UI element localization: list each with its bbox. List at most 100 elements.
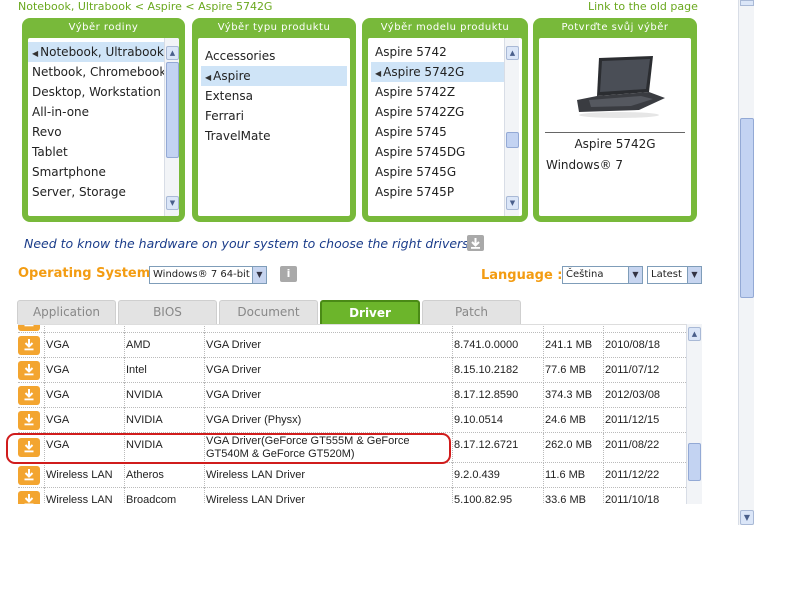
chevron-down-icon[interactable]: ▼ (687, 267, 701, 283)
model-list[interactable]: Aspire 5742 ◀ Aspire 5742G Aspire 5742Z A… (371, 42, 504, 202)
scroll-thumb[interactable] (688, 443, 701, 481)
cell-category: VGA (44, 383, 69, 408)
tab-document[interactable]: Document (219, 300, 318, 324)
family-item[interactable]: Smartphone (28, 162, 164, 182)
tab-driver[interactable]: Driver (320, 300, 420, 324)
cell-description: VGA Driver (204, 383, 261, 408)
family-item[interactable]: Tablet (28, 142, 164, 162)
download-icon[interactable] (18, 325, 40, 331)
cell-version: 8.15.10.2182 (452, 358, 518, 383)
model-item[interactable]: Aspire 5745 (371, 122, 504, 142)
cell-date: 2011/12/22 (603, 463, 659, 488)
cell-vendor: Intel (124, 358, 147, 383)
divider (545, 132, 685, 133)
table-row: VGA NVIDIA VGA Driver 8.17.12.8590 374.3 MB 2… (18, 383, 686, 408)
cell-date: 2012/03/08 (603, 383, 660, 408)
cell-description: Wireless LAN Driver (204, 488, 305, 504)
cell-size: 24.6 MB (543, 408, 586, 433)
model-scrollbar[interactable]: ▲ ▼ (504, 38, 519, 216)
breadcrumb[interactable]: Notebook, Ultrabook < Aspire < Aspire 57… (18, 0, 272, 13)
version-select[interactable]: Latest ▼ (647, 266, 702, 284)
tab-patch[interactable]: Patch (422, 300, 521, 324)
os-select[interactable]: Windows® 7 64-bit ▼ (149, 266, 267, 284)
scroll-up-icon[interactable] (740, 0, 754, 6)
download-icon[interactable] (18, 386, 40, 405)
type-item[interactable]: Accessories (201, 46, 347, 66)
scroll-thumb[interactable] (166, 62, 179, 158)
scroll-down-icon[interactable]: ▼ (166, 196, 179, 210)
cell-category: VGA (44, 408, 69, 433)
type-list[interactable]: Accessories ◀ Aspire Extensa Ferrari Trav… (201, 46, 347, 146)
old-page-link[interactable]: Link to the old page (588, 0, 698, 13)
cell-vendor: Atheros (124, 463, 164, 488)
cell-vendor: Broadcom (124, 488, 176, 504)
download-icon[interactable] (18, 491, 40, 504)
language-select-value: Čeština (566, 269, 604, 280)
download-icon[interactable] (18, 466, 40, 485)
cell-size: 33.6 MB (543, 488, 586, 504)
download-icon[interactable] (18, 411, 40, 430)
cell-category: Wireless LAN (44, 488, 113, 504)
download-icon[interactable] (18, 336, 40, 355)
model-item[interactable]: Aspire 5742 (371, 42, 504, 62)
cell-version: 8.17.12.8590 (452, 383, 518, 408)
download-icon[interactable] (18, 361, 40, 380)
type-item[interactable]: ◀ Aspire (201, 66, 347, 86)
cell-date: 2011/12/15 (603, 408, 659, 433)
type-item[interactable]: Extensa (201, 86, 347, 106)
scroll-up-icon[interactable]: ▲ (688, 327, 701, 341)
family-item[interactable]: Revo (28, 122, 164, 142)
cell-size: 77.6 MB (543, 358, 586, 383)
selected-os: Windows® 7 (546, 158, 624, 172)
cell-description: VGA Driver (204, 333, 261, 358)
scroll-up-icon[interactable]: ▲ (166, 46, 179, 60)
cell-size: 374.3 MB (543, 383, 592, 408)
scroll-down-icon[interactable]: ▼ (740, 510, 754, 525)
page-scrollbar[interactable]: ▼ (738, 0, 754, 525)
family-item[interactable]: Netbook, Chromebook (28, 62, 166, 82)
model-item[interactable]: Aspire 5742ZG (371, 102, 504, 122)
confirm-panel-title: Potvrďte svůj výběr (561, 22, 669, 33)
selected-arrow-icon: ◀ (205, 73, 212, 82)
table-scrollbar[interactable]: ▲ (686, 324, 702, 504)
laptop-image (569, 52, 669, 122)
cell-category: Wireless LAN (44, 463, 113, 488)
cell-size: 241.1 MB (543, 333, 592, 358)
tab-application[interactable]: Application (17, 300, 116, 324)
model-item[interactable]: ◀ Aspire 5742G (371, 62, 504, 82)
driver-table: VGA AMD VGA Driver 8.741.0.0000 241.1 MB 2010… (18, 324, 702, 504)
type-item[interactable]: TravelMate (201, 126, 347, 146)
language-select[interactable]: Čeština ▼ (562, 266, 643, 284)
cell-version: 9.10.0514 (452, 408, 503, 433)
model-item[interactable]: Aspire 5742Z (371, 82, 504, 102)
model-item[interactable]: Aspire 5745G (371, 162, 504, 182)
type-item[interactable]: Ferrari (201, 106, 347, 126)
chevron-down-icon[interactable]: ▼ (252, 267, 266, 283)
scroll-down-icon[interactable]: ▼ (506, 196, 519, 210)
family-item[interactable]: Desktop, Workstation (28, 82, 164, 102)
cell-vendor: AMD (124, 333, 150, 358)
family-item[interactable]: All-in-one (28, 102, 164, 122)
cell-description: VGA Driver (204, 358, 261, 383)
version-select-value: Latest (651, 269, 682, 280)
model-item[interactable]: Aspire 5745DG (371, 142, 504, 162)
family-panel-title: Výběr rodiny (68, 22, 139, 33)
cell-date: 2011/10/18 (603, 488, 659, 504)
os-label: Operating System : (18, 266, 160, 281)
family-list[interactable]: ◀ Notebook, Ultrabook Netbook, Chromebook… (28, 42, 166, 202)
family-item[interactable]: Server, Storage (28, 182, 164, 202)
download-tool-icon[interactable] (467, 235, 484, 251)
info-icon[interactable]: i (280, 266, 297, 282)
model-item[interactable]: Aspire 5745P (371, 182, 504, 202)
family-scrollbar[interactable]: ▲ ▼ (164, 38, 179, 216)
scroll-up-icon[interactable]: ▲ (506, 46, 519, 60)
cell-version: 5.100.82.95 (452, 488, 512, 504)
hardware-question-link[interactable]: Need to know the hardware on your system… (24, 236, 475, 251)
tab-bios[interactable]: BIOS (118, 300, 217, 324)
scroll-thumb[interactable] (740, 118, 754, 298)
family-item[interactable]: ◀ Notebook, Ultrabook (28, 42, 164, 62)
table-row (18, 325, 686, 333)
chevron-down-icon[interactable]: ▼ (628, 267, 642, 283)
cell-version: 9.2.0.439 (452, 463, 500, 488)
scroll-thumb[interactable] (506, 132, 519, 148)
